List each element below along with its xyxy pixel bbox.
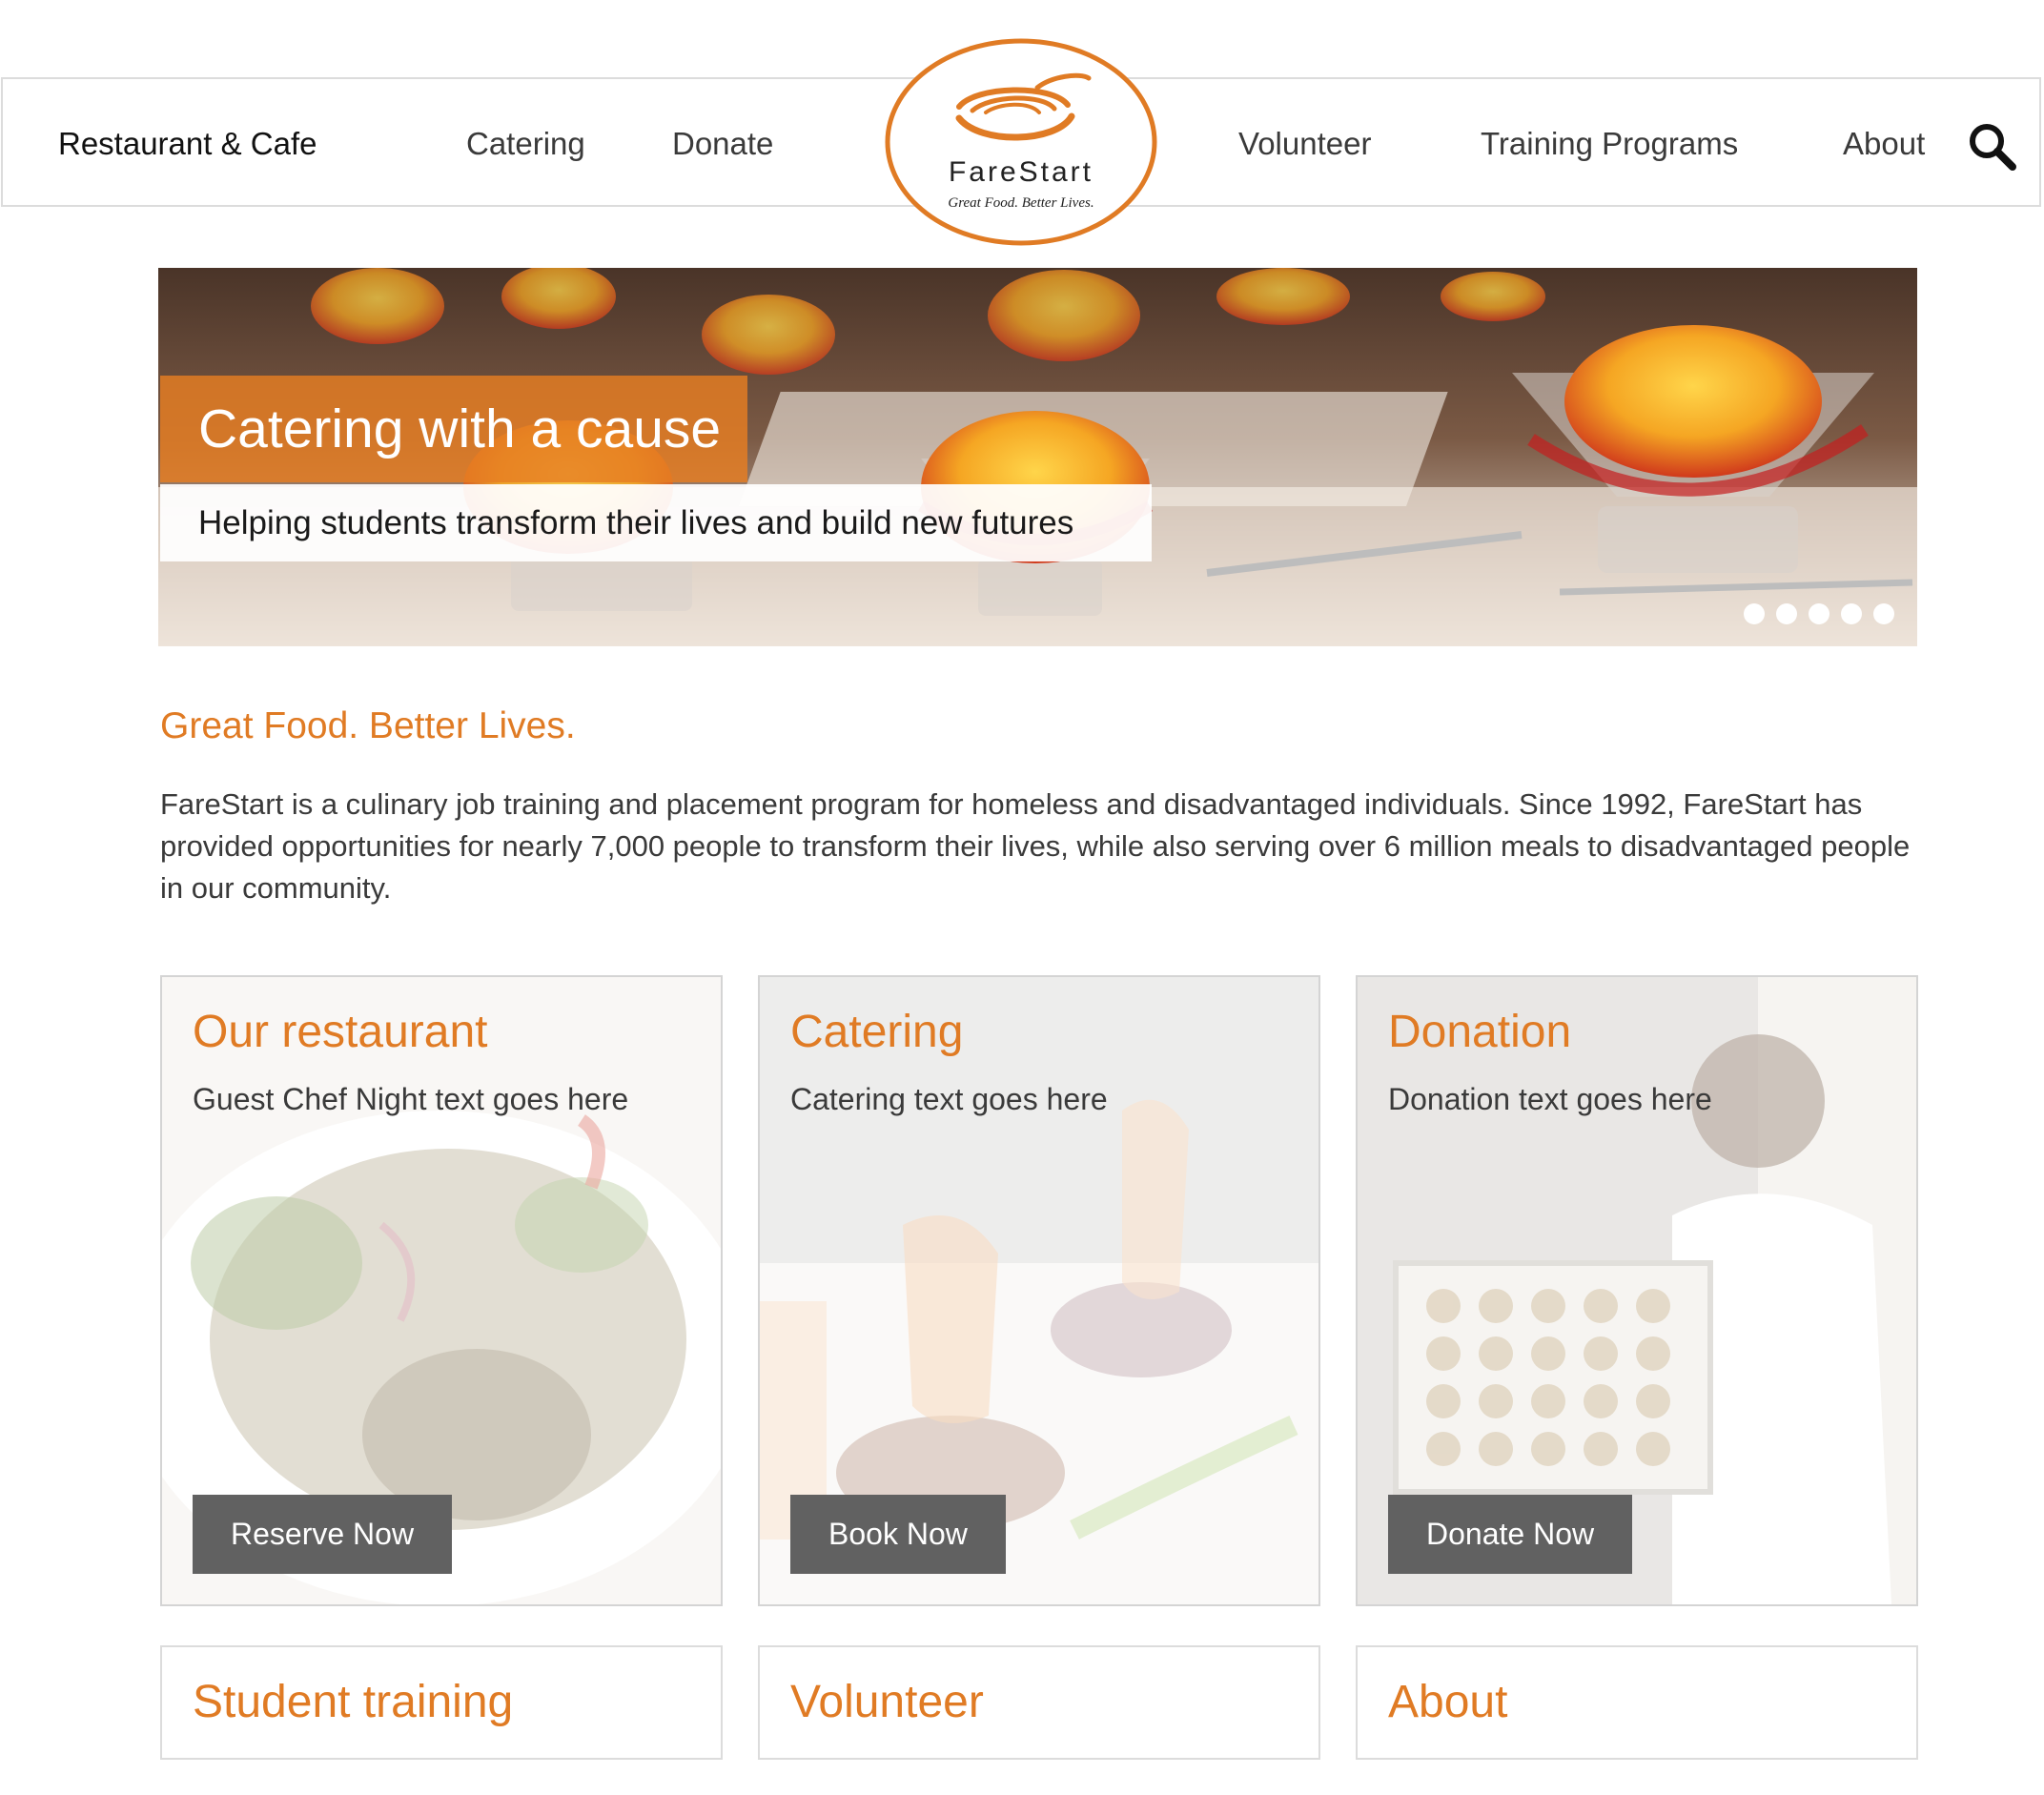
card-text: Guest Chef Night text goes here [193,1082,629,1116]
search-icon[interactable] [1967,121,2016,171]
carousel-dot-2[interactable] [1776,603,1797,624]
card-text: Donation text goes here [1388,1082,1712,1116]
card-text: Catering text goes here [790,1082,1108,1116]
nav-restaurant-cafe[interactable]: Restaurant & Cafe [58,79,317,209]
intro-tagline: Great Food. Better Lives. [160,705,576,746]
nav-about[interactable]: About [1843,79,1925,209]
logo-tagline: Great Food. Better Lives. [948,195,1094,211]
tile-title: Student training [193,1677,514,1727]
nav-volunteer[interactable]: Volunteer [1238,79,1371,209]
tile-title: Volunteer [790,1677,984,1727]
card-title: Our restaurant [193,1007,488,1057]
logo-wordmark: FareStart [949,156,1094,188]
nav-donate[interactable]: Donate [672,79,773,209]
nav-training-programs[interactable]: Training Programs [1481,79,1738,209]
tile-student-training[interactable]: Student training [160,1645,723,1760]
hero-title: Catering with a cause [198,398,722,459]
carousel-dots [1744,603,1894,624]
tile-about[interactable]: About [1356,1645,1918,1760]
card-our-restaurant: Our restaurant Guest Chef Night text goe… [160,975,723,1606]
farestart-logo[interactable]: FareStart Great Food. Better Lives. [885,38,1157,246]
hero-carousel: Catering with a cause Helping students t… [158,268,1917,646]
hero-subtitle: Helping students transform their lives a… [198,504,1074,541]
nav-catering[interactable]: Catering [466,79,585,209]
carousel-dot-3[interactable] [1809,603,1829,624]
card-title: Catering [790,1007,964,1057]
card-catering: Catering Catering text goes here Book No… [758,975,1320,1606]
book-now-button[interactable]: Book Now [790,1495,1006,1574]
tile-title: About [1388,1677,1508,1727]
card-donation: Donation Donation text goes here Donate … [1356,975,1918,1606]
intro-paragraph: FareStart is a culinary job training and… [160,787,1911,905]
tile-volunteer[interactable]: Volunteer [758,1645,1320,1760]
carousel-dot-5[interactable] [1873,603,1894,624]
carousel-dot-1[interactable] [1744,603,1765,624]
carousel-dot-4[interactable] [1841,603,1862,624]
reserve-now-button[interactable]: Reserve Now [193,1495,453,1574]
donate-now-button[interactable]: Donate Now [1388,1495,1633,1574]
card-title: Donation [1388,1007,1572,1057]
